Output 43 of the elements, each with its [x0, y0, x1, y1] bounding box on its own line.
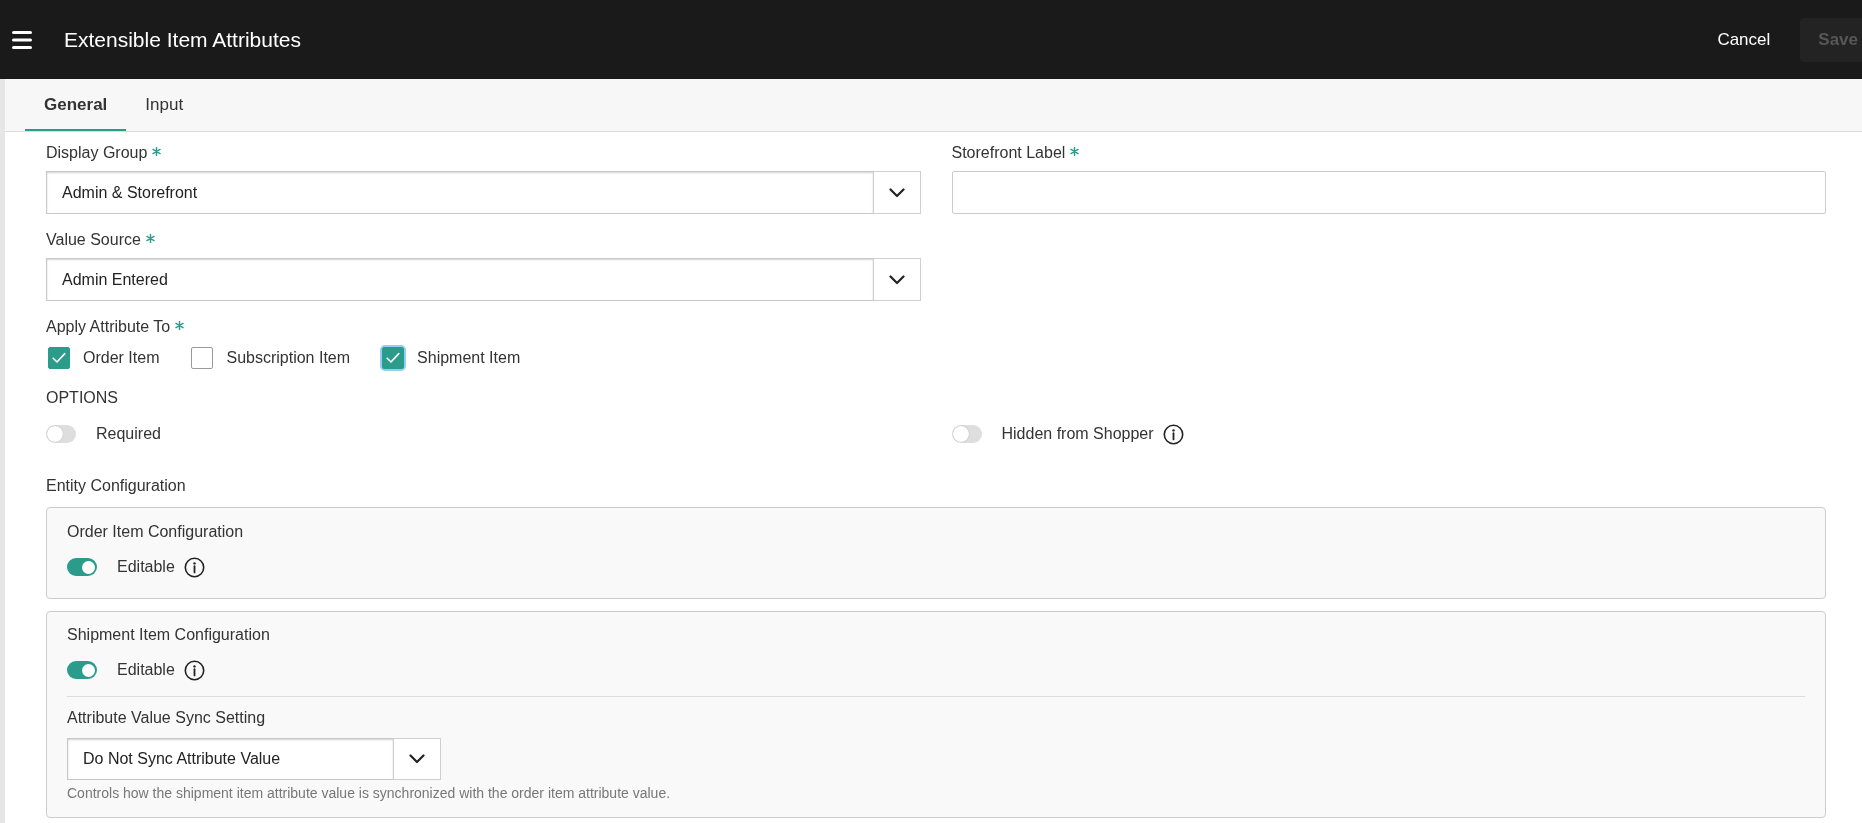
card-title: Order Item Configuration — [67, 522, 245, 542]
toggle-switch[interactable] — [46, 425, 76, 443]
checkbox[interactable] — [191, 347, 214, 369]
toggle-label: Required — [96, 424, 161, 444]
text-field[interactable] — [951, 171, 1826, 214]
chevron-down-icon — [888, 187, 905, 198]
toggle-label: Editable — [117, 660, 175, 680]
help-text: Controls how the shipment item attribute value is synchronized with the order item attribute value. — [67, 785, 672, 802]
section-heading: OPTIONS — [46, 388, 119, 408]
toggle-switch[interactable] — [67, 661, 97, 679]
chevron-down-icon — [888, 274, 905, 285]
checkbox-label: Shipment Item — [417, 348, 521, 368]
toggle-label: Hidden from Shopper — [1001, 424, 1154, 444]
toggle-switch[interactable] — [67, 558, 97, 576]
checkbox[interactable] — [48, 347, 70, 369]
field-label: Apply Attribute To — [46, 317, 171, 337]
checkbox-label: Order Item — [83, 348, 160, 368]
dropdown-field[interactable]: Admin & Storefront — [46, 171, 873, 214]
field-label: Storefront Label — [951, 143, 1066, 163]
dropdown-button[interactable] — [872, 258, 921, 301]
dropdown-button[interactable] — [393, 738, 441, 780]
menu-icon[interactable] — [12, 30, 32, 49]
checkmark-icon — [52, 352, 66, 364]
tab[interactable]: General — [25, 79, 127, 131]
dropdown-field[interactable]: Admin Entered — [46, 258, 873, 301]
checkmark-icon — [386, 352, 401, 364]
info-icon[interactable] — [183, 659, 205, 681]
info-icon[interactable] — [1162, 423, 1184, 445]
tab[interactable]: Input — [126, 79, 203, 131]
dropdown-button[interactable] — [872, 171, 921, 214]
field-label: Attribute Value Sync Setting — [67, 708, 266, 728]
card-title: Shipment Item Configuration — [67, 625, 271, 645]
info-icon[interactable] — [183, 556, 205, 578]
page-title: Extensible Item Attributes — [64, 27, 301, 52]
toggle-label: Editable — [117, 557, 175, 577]
toggle-switch[interactable] — [951, 425, 982, 443]
chevron-down-icon — [409, 754, 425, 764]
cancel-button[interactable]: Cancel — [1717, 23, 1771, 56]
checkbox-label: Subscription Item — [226, 348, 351, 368]
field-label: Value Source — [46, 230, 141, 250]
section-heading: Entity Configuration — [46, 476, 187, 496]
field-label: Display Group — [46, 143, 148, 163]
dropdown-field[interactable]: Do Not Sync Attribute Value — [67, 738, 393, 780]
